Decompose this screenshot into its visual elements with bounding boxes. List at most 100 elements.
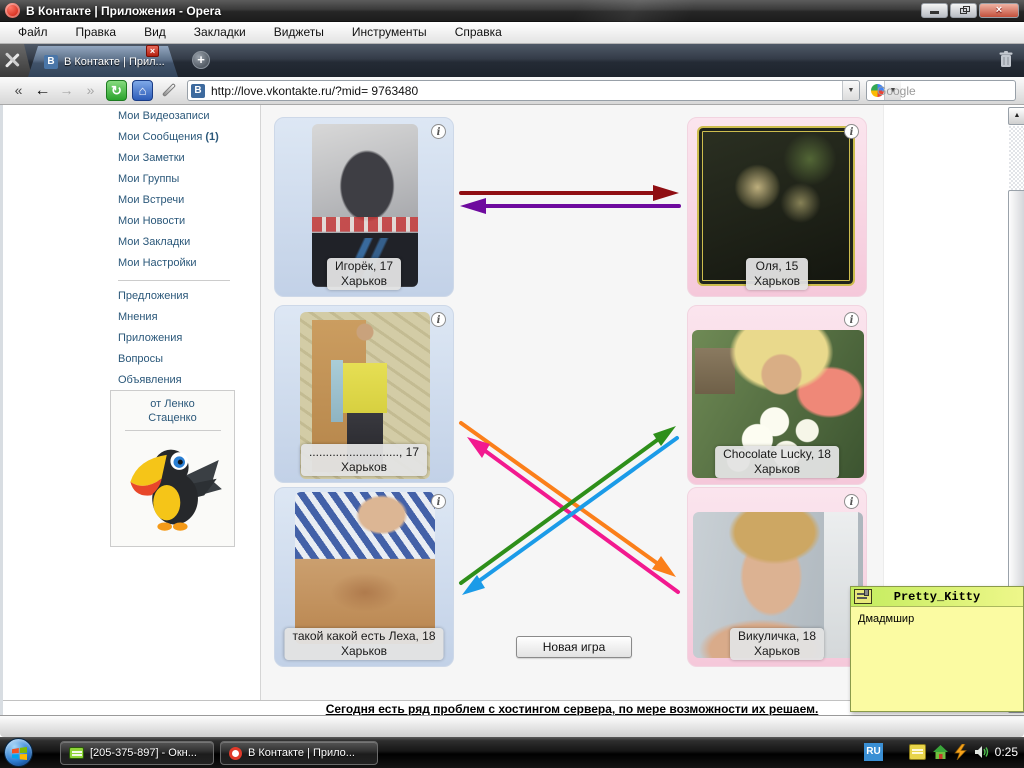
sidebar-item-opinions[interactable]: Мнения (118, 307, 253, 328)
tray-messenger-icon[interactable] (909, 744, 926, 760)
back-button[interactable]: ← (32, 80, 53, 101)
wand-icon (161, 82, 177, 98)
info-icon[interactable]: i (844, 124, 859, 139)
restore-button[interactable] (950, 3, 977, 18)
windows-flag-icon (12, 747, 27, 760)
wand-button[interactable] (158, 80, 178, 101)
sidebar-label: Объявления (118, 374, 182, 386)
opera-taskbar-icon (229, 746, 242, 760)
window-controls: × (921, 3, 1019, 18)
language-indicator[interactable]: RU (864, 743, 883, 761)
sidebar-item-ads[interactable]: Объявления (118, 370, 253, 391)
tray-volume-icon[interactable] (974, 744, 991, 760)
sidebar-item-meetings[interactable]: Мои Встречи (118, 190, 253, 211)
taskbar-button-opera[interactable]: В Контакте | Прило... (220, 741, 378, 765)
arrow-pink-upleft (467, 437, 680, 594)
trash-icon (999, 51, 1013, 67)
new-game-button[interactable]: Новая игра (516, 636, 632, 658)
profile-name: Игорёк, 17 (334, 259, 394, 273)
sidebar-label: Мои Заметки (118, 152, 185, 164)
minimize-button[interactable] (921, 3, 948, 18)
menu-bookmarks[interactable]: Закладки (180, 22, 260, 43)
info-icon[interactable]: i (431, 494, 446, 509)
sidebar-item-groups[interactable]: Мои Группы (118, 169, 253, 190)
profile-card: i ..........................., 17 Харько… (274, 305, 454, 483)
menu-tools[interactable]: Инструменты (338, 22, 441, 43)
profile-card: i Оля, 15 Харьков (687, 117, 867, 297)
menu-view[interactable]: Вид (130, 22, 180, 43)
forward-button[interactable]: → (56, 80, 77, 101)
url-text[interactable]: http://love.vkontakte.ru/?mid= 9763480 (211, 84, 842, 98)
menu-widgets[interactable]: Виджеты (260, 22, 338, 43)
tab-close-button[interactable]: × (146, 45, 159, 57)
taskbar-button-icq[interactable]: [205-375-897] - Окн... (60, 741, 214, 765)
sidebar-item-questions[interactable]: Вопросы (118, 349, 253, 370)
profile-photo[interactable] (295, 492, 435, 644)
taskbar-button-label: [205-375-897] - Окн... (90, 747, 197, 759)
tray-green-house-icon[interactable] (932, 744, 949, 760)
sidebar-label: Вопросы (118, 353, 164, 365)
info-icon[interactable]: i (844, 312, 859, 327)
notification-popup[interactable]: Pretty_Kitty Дмадмшир (850, 586, 1024, 712)
closed-tabs-trash-button[interactable] (998, 50, 1018, 70)
sidebar-item-videos[interactable]: Мои Видеозаписи (118, 106, 253, 127)
reload-button[interactable]: ↻ (106, 80, 127, 101)
sidebar-item-news[interactable]: Мои Новости (118, 211, 253, 232)
search-field[interactable]: Google ▼ (866, 80, 1016, 101)
sidebar-item-offers[interactable]: Предложения (118, 286, 253, 307)
profile-label: Игорёк, 17 Харьков (326, 258, 402, 290)
match-game-area: i Игорёк, 17 Харьков i Оля, 15 Харьков i (260, 105, 884, 700)
ad-text-line2: Стаценко (148, 412, 197, 424)
menu-help[interactable]: Справка (441, 22, 516, 43)
speaker-icon (975, 746, 989, 758)
info-icon[interactable]: i (431, 124, 446, 139)
ad-block[interactable]: от Ленко Стаценко (110, 390, 235, 547)
vk-sidebar: Мои Видеозаписи Мои Сообщения (1) Мои За… (118, 106, 253, 391)
site-favicon: B (191, 83, 205, 98)
note-card-icon (854, 589, 872, 604)
opera-icon (5, 3, 20, 18)
tab-title: В Контакте | Прил... (64, 55, 165, 68)
sidebar-item-apps[interactable]: Приложения (118, 328, 253, 349)
rewind-button[interactable]: « (8, 80, 29, 101)
sidebar-item-notes[interactable]: Мои Заметки (118, 148, 253, 169)
toucan-ad-image (129, 449, 222, 531)
sidebar-label: Мнения (118, 311, 158, 323)
arrow-blue-downleft (462, 436, 679, 595)
menu-file[interactable]: Файл (4, 22, 62, 43)
info-icon[interactable]: i (844, 494, 859, 509)
taskbar: [205-375-897] - Окн... В Контакте | Прил… (0, 737, 1024, 768)
ad-divider (124, 430, 221, 431)
new-tab-button[interactable]: + (192, 51, 210, 69)
taskbar-clock[interactable]: 0:25 (995, 737, 1018, 768)
profile-name: Оля, 15 (755, 259, 799, 273)
scroll-up-button[interactable]: ▲ (1008, 107, 1024, 125)
messages-count-badge: (1) (205, 131, 219, 143)
popup-title: Pretty_Kitty (851, 587, 1023, 607)
close-icon: × (995, 4, 1003, 16)
sidebar-item-messages[interactable]: Мои Сообщения (1) (118, 127, 253, 148)
lightning-icon (954, 743, 967, 761)
tray-winamp-icon[interactable] (953, 743, 970, 761)
profile-name: ..........................., 17 (308, 445, 420, 459)
sidebar-item-bookmarks[interactable]: Мои Закладки (118, 232, 253, 253)
close-button[interactable]: × (979, 3, 1019, 18)
profile-card: i Игорёк, 17 Харьков (274, 117, 454, 297)
sidebar-label: Мои Закладки (118, 236, 191, 248)
icq-icon (69, 747, 84, 759)
start-button[interactable] (4, 738, 33, 767)
sidebar-label: Приложения (118, 332, 183, 344)
sidebar-item-settings[interactable]: Мои Настройки (118, 253, 253, 274)
minimize-icon (930, 11, 939, 14)
url-dropdown-button[interactable]: ▼ (842, 81, 859, 100)
title-bar: В Контакте | Приложения - Opera × (0, 0, 1024, 22)
menu-edit[interactable]: Правка (62, 22, 131, 43)
fast-forward-button[interactable]: » (80, 80, 101, 101)
info-icon[interactable]: i (431, 312, 446, 327)
profile-card: i Chocolate Lucky, 18 Харьков (687, 305, 867, 485)
popup-message: Дмадмшир (858, 613, 915, 625)
url-field[interactable]: B http://love.vkontakte.ru/?mid= 9763480… (187, 80, 860, 101)
home-button[interactable]: ⌂ (132, 80, 153, 101)
sidebar-divider (118, 280, 230, 281)
panels-toggle-button[interactable] (0, 44, 32, 77)
